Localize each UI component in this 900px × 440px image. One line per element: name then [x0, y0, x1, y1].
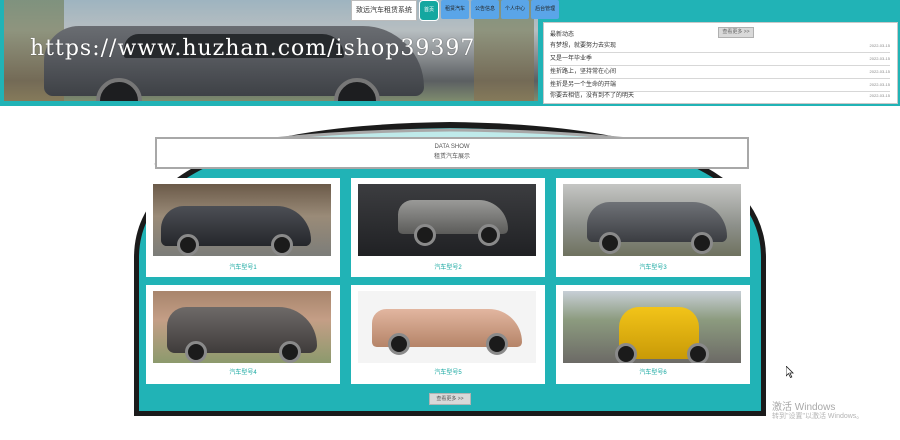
car-card[interactable]: 汽车型号3: [556, 178, 750, 277]
news-item-title: 有梦想，就要努力去实现: [550, 43, 617, 49]
showcase-title-box: DATA SHOW 租赁汽车展示: [155, 137, 749, 169]
car-card[interactable]: 汽车型号6: [556, 285, 750, 384]
car-photo: [358, 184, 536, 256]
news-item-date: 2022-03-15: [869, 56, 890, 61]
nav-item-admin[interactable]: 后台管理: [531, 0, 560, 19]
car-card[interactable]: 汽车型号5: [351, 285, 545, 384]
car-model-label: 汽车型号3: [639, 265, 667, 271]
showcase-more-button[interactable]: 查看更多 >>: [429, 393, 471, 405]
car-model-label: 汽车型号4: [229, 370, 257, 376]
car-photo: [153, 291, 331, 363]
nav-item-announcements[interactable]: 公告信息: [471, 0, 500, 19]
car-photo: [358, 291, 536, 363]
showcase-title-cn: 租赁汽车展示: [433, 154, 470, 160]
news-item[interactable]: 你要去相信，没有到不了的明天 2022-03-15: [550, 90, 890, 102]
windows-activation-subtitle: 转到"设置"以激活 Windows。: [772, 413, 864, 420]
top-nav: 致远汽车租赁系统 首页 租赁汽车 公告信息 个人中心 后台管理: [351, 0, 560, 21]
nav-item-rent-cars[interactable]: 租赁汽车: [441, 0, 470, 19]
car-model-label: 汽车型号5: [434, 370, 462, 376]
news-item[interactable]: 又是一年毕业季 2022-03-15: [550, 53, 890, 66]
site-title[interactable]: 致远汽车租赁系统: [351, 0, 417, 21]
news-heading: 最新动态: [550, 32, 575, 38]
car-photo: [563, 291, 741, 363]
car-card[interactable]: 汽车型号4: [146, 285, 340, 384]
url-watermark: https://www.huzhan.com/ishop39397: [30, 36, 476, 61]
news-panel: 最新动态 查看更多 >> 有梦想，就要努力去实现 2022-03-15 又是一年…: [543, 22, 898, 104]
car-model-label: 汽车型号6: [639, 370, 667, 376]
news-item[interactable]: 挫折路上，坚持常在心间 2022-03-15: [550, 66, 890, 79]
news-item-title: 挫折路上，坚持常在心间: [550, 69, 617, 75]
nav-item-home[interactable]: 首页: [419, 0, 440, 21]
showcase-title-en: DATA SHOW: [434, 144, 470, 150]
news-item-date: 2022-03-15: [869, 93, 890, 98]
news-item[interactable]: 有梦想，就要努力去实现 2022-03-15: [550, 40, 890, 53]
news-item-title: 挫折是另一个生命的开端: [550, 82, 617, 88]
news-item-title: 你要去相信，没有到不了的明天: [550, 93, 635, 99]
car-photo: [153, 184, 331, 256]
news-item-date: 2022-03-15: [869, 69, 890, 74]
car-card[interactable]: 汽车型号1: [146, 178, 340, 277]
car-photo: [563, 184, 741, 256]
car-model-label: 汽车型号1: [229, 265, 257, 271]
news-more-button[interactable]: 查看更多 >>: [718, 27, 754, 38]
news-item-date: 2022-03-15: [869, 43, 890, 48]
car-card[interactable]: 汽车型号2: [351, 178, 545, 277]
nav-item-profile[interactable]: 个人中心: [501, 0, 530, 19]
mouse-cursor-icon: [786, 366, 794, 378]
news-item-title: 又是一年毕业季: [550, 56, 593, 62]
car-model-label: 汽车型号2: [434, 265, 462, 271]
